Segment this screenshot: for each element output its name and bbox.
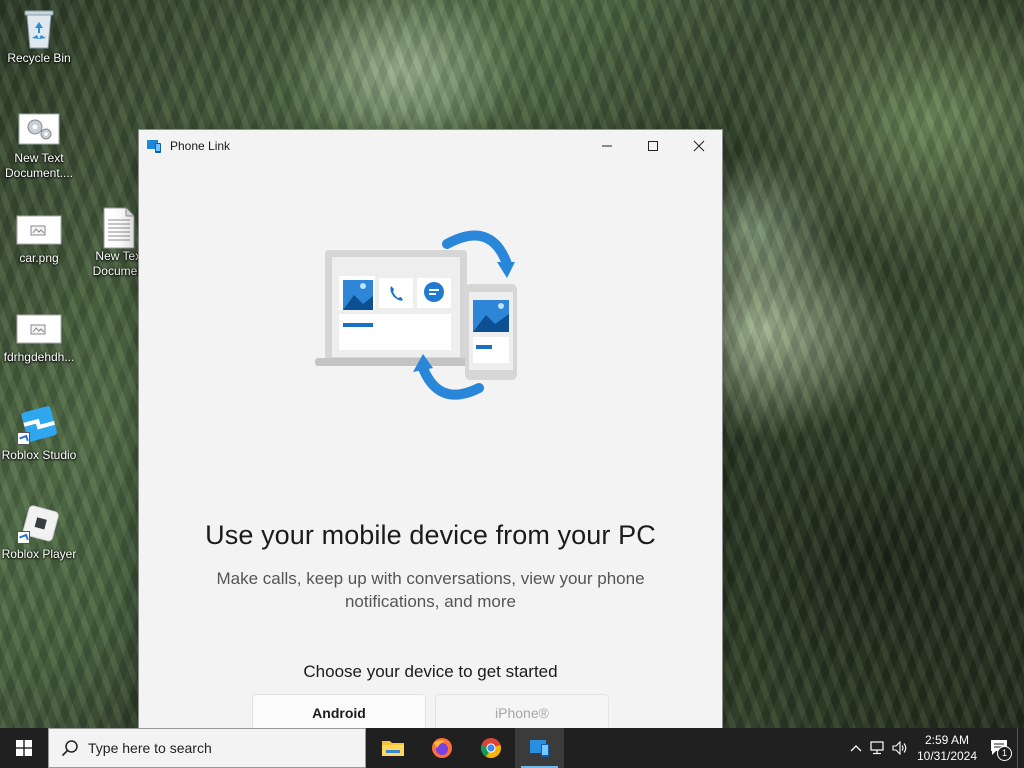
show-desktop-button[interactable]	[1017, 728, 1024, 768]
desktop-icon-roblox-player[interactable]: Roblox Player	[0, 504, 78, 562]
taskbar: Type here to search 2:59 AM 10/31/2024 1	[0, 728, 1024, 768]
desktop-icon-label: Roblox Studio	[1, 448, 77, 462]
phone-link-window: Phone Link Use your mobile device from y…	[139, 130, 722, 728]
clock-time: 2:59 AM	[924, 733, 970, 747]
taskbar-file-explorer[interactable]	[368, 728, 417, 768]
taskbar-chrome[interactable]	[466, 728, 515, 768]
search-placeholder: Type here to search	[88, 740, 212, 756]
desktop-icon-label: car.png	[19, 251, 59, 265]
roblox-studio-icon	[15, 405, 63, 445]
maximize-icon	[648, 141, 658, 151]
image-file-icon	[15, 208, 63, 248]
minimize-button[interactable]	[584, 130, 630, 162]
android-button[interactable]: Android	[252, 694, 426, 728]
show-hidden-icons-button[interactable]	[845, 728, 867, 768]
desktop-icon-recycle-bin[interactable]: Recycle Bin	[0, 8, 78, 66]
phone-link-icon	[529, 740, 549, 757]
shortcut-arrow-icon	[17, 432, 30, 445]
network-button[interactable]	[867, 728, 889, 768]
desktop-icon-label: Roblox Player	[1, 547, 77, 561]
notifications-button[interactable]: 1	[983, 728, 1017, 768]
maximize-button[interactable]	[630, 130, 676, 162]
minimize-icon	[602, 145, 612, 147]
speaker-icon	[892, 741, 907, 755]
window-title: Phone Link	[170, 139, 231, 153]
title-bar[interactable]: Phone Link	[139, 130, 722, 162]
taskbar-phone-link[interactable]	[515, 728, 564, 768]
notification-count-badge: 1	[997, 746, 1012, 761]
settings-document-icon	[15, 108, 63, 148]
desktop-icon-fdrhgdehdh[interactable]: fdrhgdehdh...	[0, 307, 78, 365]
desktop-icon-new-text-document-1[interactable]: New Text Document....	[0, 108, 78, 181]
phone-link-app-icon	[147, 139, 161, 153]
iphone-button[interactable]: iPhone®	[435, 694, 609, 728]
subtitle-text: Make calls, keep up with conversations, …	[216, 569, 645, 611]
file-explorer-icon	[381, 741, 404, 756]
firefox-icon	[431, 738, 452, 758]
taskbar-firefox[interactable]	[417, 728, 466, 768]
image-file-icon	[15, 307, 63, 347]
device-choice-group: Android iPhone®	[139, 694, 722, 728]
chrome-icon	[480, 738, 501, 759]
start-button[interactable]	[0, 728, 48, 768]
volume-button[interactable]	[889, 728, 911, 768]
clock-date: 10/31/2024	[916, 749, 978, 763]
close-icon	[693, 140, 705, 152]
desktop-icon-roblox-studio[interactable]: Roblox Studio	[0, 405, 78, 463]
recycle-bin-icon	[15, 8, 63, 49]
choose-device-label: Choose your device to get started	[303, 662, 558, 681]
windows-logo-icon	[16, 740, 32, 756]
hero-illustration	[311, 222, 551, 412]
desktop-icon-label: Recycle Bin	[7, 51, 71, 65]
chevron-up-icon	[850, 745, 862, 752]
taskbar-search-box[interactable]: Type here to search	[48, 728, 366, 768]
network-icon	[870, 741, 884, 755]
main-heading: Use your mobile device from your PC	[205, 520, 656, 550]
system-tray: 2:59 AM 10/31/2024 1	[845, 728, 1024, 768]
text-document-icon	[94, 206, 142, 249]
close-button[interactable]	[676, 130, 722, 162]
desktop-icon-label: New Text Document....	[4, 151, 74, 180]
desktop-icon-car-png[interactable]: car.png	[0, 208, 78, 266]
shortcut-arrow-icon	[17, 531, 30, 544]
desktop-icon-label: fdrhgdehdh...	[3, 350, 75, 364]
roblox-player-icon	[15, 504, 63, 544]
clock[interactable]: 2:59 AM 10/31/2024	[911, 732, 983, 764]
search-icon	[61, 740, 78, 757]
